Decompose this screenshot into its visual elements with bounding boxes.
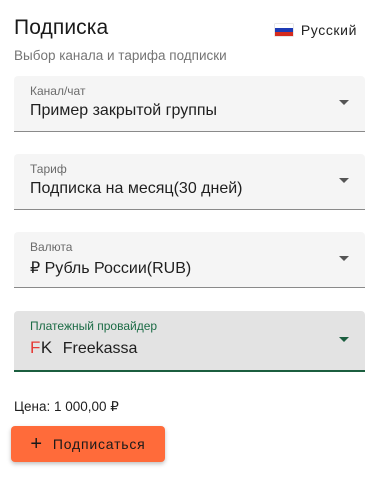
language-selector[interactable]: Русский <box>274 22 357 38</box>
tariff-select-value: Подписка на месяц(30 дней) <box>30 180 243 197</box>
dropdown-arrow-icon <box>339 100 349 105</box>
currency-select[interactable]: Валюта ₽ Рубль России(RUB) <box>14 232 365 288</box>
subscribe-button-label: Подписаться <box>52 436 146 452</box>
subscription-page: Подписка Выбор канала и тарифа подписки … <box>0 0 381 483</box>
channel-select-value: Пример закрытой группы <box>30 102 218 119</box>
payment-provider-name: Freekassa <box>62 340 138 357</box>
channel-select[interactable]: Канал/чат Пример закрытой группы <box>14 76 365 132</box>
page-title: Подписка <box>14 16 109 39</box>
payment-provider-select-value: FK Freekassa <box>30 338 137 358</box>
freekassa-logo-icon: FK <box>30 338 53 357</box>
russia-flag-icon <box>274 24 293 36</box>
price-label: Цена: 1 000,00 ₽ <box>14 399 119 414</box>
currency-select-label: Валюта <box>30 240 73 254</box>
dropdown-arrow-icon <box>339 178 349 183</box>
dropdown-arrow-icon <box>339 337 349 342</box>
tariff-select[interactable]: Тариф Подписка на месяц(30 дней) <box>14 154 365 210</box>
channel-select-label: Канал/чат <box>30 84 86 98</box>
payment-provider-select[interactable]: Платежный провайдер FK Freekassa <box>14 311 365 372</box>
plus-icon: + <box>30 433 43 455</box>
payment-provider-select-label: Платежный провайдер <box>30 319 158 333</box>
subscribe-button[interactable]: + Подписаться <box>11 426 165 462</box>
tariff-select-label: Тариф <box>30 162 67 176</box>
page-subtitle: Выбор канала и тарифа подписки <box>14 48 227 63</box>
dropdown-arrow-icon <box>339 256 349 261</box>
currency-select-value: ₽ Рубль России(RUB) <box>30 260 192 277</box>
language-label: Русский <box>300 22 357 38</box>
